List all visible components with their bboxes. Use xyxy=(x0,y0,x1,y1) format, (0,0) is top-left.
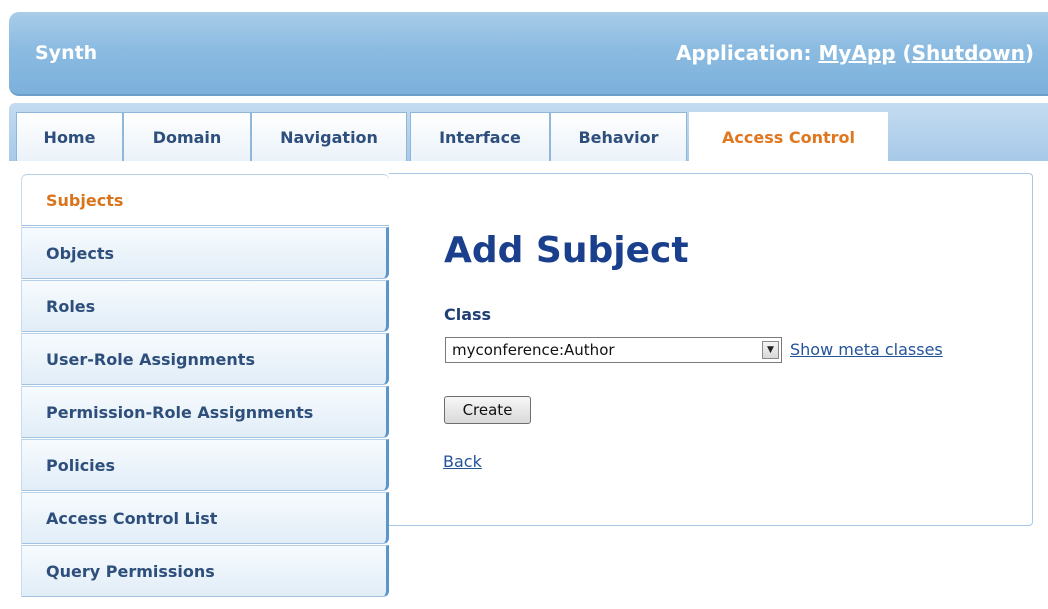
tab-interface[interactable]: Interface xyxy=(410,112,550,161)
application-label: Application: xyxy=(675,41,819,65)
sidebar-item-user-role-assignments[interactable]: User-Role Assignments xyxy=(21,333,389,385)
create-button[interactable]: Create xyxy=(444,396,531,424)
page-title: Add Subject xyxy=(444,230,689,271)
app-name-link[interactable]: MyApp xyxy=(818,41,895,65)
class-select[interactable]: myconference:Author ▼ xyxy=(445,337,782,363)
tab-navigation[interactable]: Navigation xyxy=(251,112,407,161)
class-label: Class xyxy=(444,305,492,324)
application-info: Application: MyApp (Shutdown) xyxy=(676,41,1034,65)
chevron-down-icon[interactable]: ▼ xyxy=(762,341,779,359)
sidebar-item-access-control-list[interactable]: Access Control List xyxy=(21,492,389,544)
close-paren: ) xyxy=(1024,41,1034,65)
tab-access-control[interactable]: Access Control xyxy=(689,112,888,162)
sidebar-item-query-permissions[interactable]: Query Permissions xyxy=(21,545,389,597)
back-link[interactable]: Back xyxy=(443,452,482,471)
sidebar-item-objects[interactable]: Objects xyxy=(21,227,389,279)
sidebar-item-permission-role-assignments[interactable]: Permission-Role Assignments xyxy=(21,386,389,438)
open-paren: ( xyxy=(902,41,912,65)
tab-behavior[interactable]: Behavior xyxy=(550,112,687,161)
sidebar-item-policies[interactable]: Policies xyxy=(21,439,389,491)
app-header: Synth Application: MyApp (Shutdown) xyxy=(9,12,1048,96)
brand-title: Synth xyxy=(35,42,98,64)
sidebar-item-roles[interactable]: Roles xyxy=(21,280,389,332)
sidebar-item-subjects[interactable]: Subjects xyxy=(21,174,389,226)
tab-home[interactable]: Home xyxy=(16,112,123,161)
shutdown-link[interactable]: Shutdown xyxy=(912,41,1025,65)
show-meta-classes-link[interactable]: Show meta classes xyxy=(790,340,943,359)
tab-domain[interactable]: Domain xyxy=(123,112,251,161)
class-select-value: myconference:Author xyxy=(452,341,615,359)
